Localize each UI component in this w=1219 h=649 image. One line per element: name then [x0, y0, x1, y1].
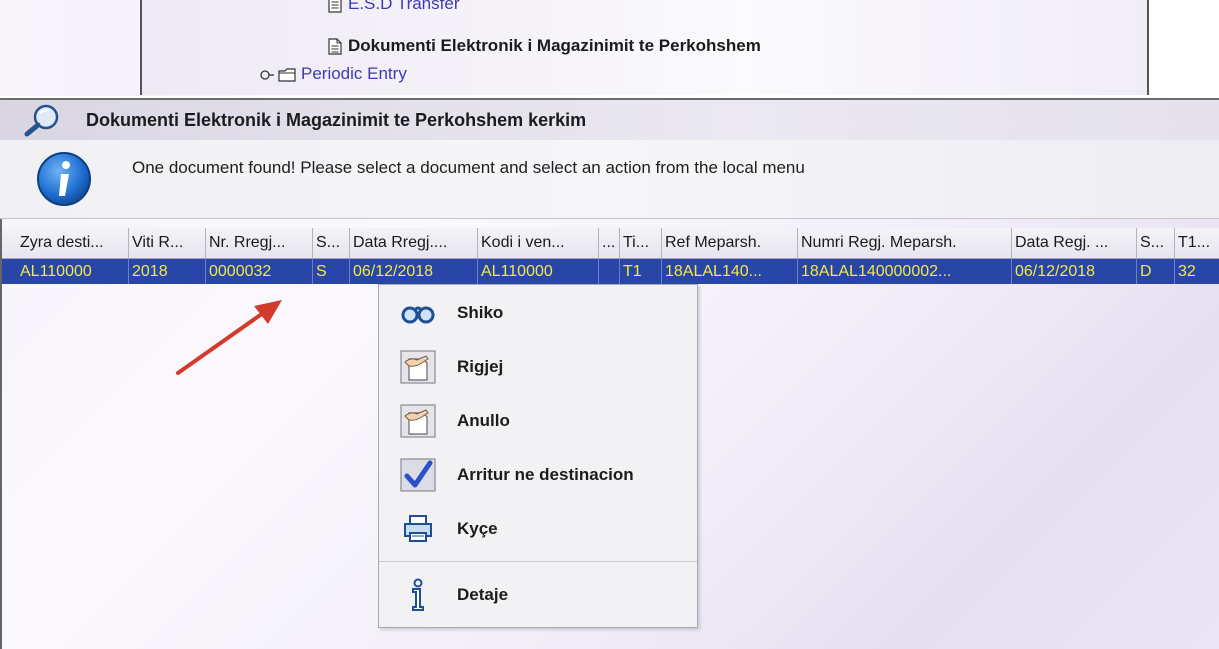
info-message: One document found! Please select a docu… — [132, 158, 805, 177]
menu-item-label: Shiko — [457, 303, 504, 322]
document-icon — [328, 37, 342, 55]
table-cell: D — [1137, 259, 1175, 284]
column-header[interactable]: Data Rregj.... — [350, 228, 478, 258]
hand-document-icon — [399, 349, 437, 385]
menu-item-label: Detaje — [457, 585, 509, 604]
hand-document-icon — [399, 403, 437, 439]
checkmark-icon — [399, 457, 437, 493]
table-row[interactable]: AL110000 2018 0000032 S 06/12/2018 AL110… — [2, 259, 1219, 284]
navigation-tree-panel: E.S.D Transfer Dokumenti Elektronik i Ma… — [0, 0, 1219, 96]
table-cell — [599, 259, 620, 284]
table-cell: 18ALAL140000002... — [798, 259, 1012, 284]
table-cell: 32 — [1178, 263, 1196, 280]
info-icon — [399, 577, 437, 613]
tree-item-periodic-entry[interactable]: Periodic Entry — [260, 64, 407, 84]
table-cell: 06/12/2018 — [350, 259, 478, 284]
glasses-icon — [399, 295, 437, 331]
column-header[interactable]: T1... — [1175, 228, 1219, 258]
column-header[interactable]: Ref Meparsh. — [662, 228, 798, 258]
menu-item-label: Arritur ne destinacion — [457, 465, 634, 484]
table-cell: 2018 — [129, 259, 206, 284]
column-header[interactable]: Viti R... — [129, 228, 206, 258]
menu-item-anullo[interactable]: Anullo — [379, 395, 697, 447]
table-cell: S — [313, 259, 350, 284]
folder-icon — [278, 67, 296, 82]
tree-item-label: Periodic Entry — [301, 64, 407, 83]
tree-item-label: Dokumenti Elektronik i Magazinimit te Pe… — [348, 36, 761, 55]
context-menu: Shiko Rigjej Anullo Arritur ne destinaci… — [378, 284, 698, 628]
menu-item-rigjej[interactable]: Rigjej — [379, 341, 697, 393]
tree-item-dokumenti-elektronik[interactable]: Dokumenti Elektronik i Magazinimit te Pe… — [328, 36, 761, 56]
menu-item-label: Anullo — [457, 411, 510, 430]
printer-icon — [399, 511, 437, 547]
column-header[interactable]: Ti... — [620, 228, 662, 258]
menu-item-shiko[interactable]: Shiko — [379, 287, 697, 339]
annotation-arrow — [176, 300, 282, 375]
menu-item-detaje[interactable]: Detaje — [379, 569, 697, 621]
navigation-tree: E.S.D Transfer Dokumenti Elektronik i Ma… — [140, 0, 1149, 95]
column-header[interactable]: Numri Regj. Meparsh. — [798, 228, 1012, 258]
expand-toggle-icon[interactable] — [260, 67, 274, 81]
column-header[interactable]: Zyra desti... — [17, 228, 129, 258]
table-cell: 06/12/2018 — [1012, 259, 1137, 284]
table-cell: 18ALAL140... — [662, 259, 798, 284]
column-header[interactable]: S... — [1137, 228, 1175, 258]
column-header[interactable]: Nr. Rregj... — [206, 228, 313, 258]
search-title-bar: Dokumenti Elektronik i Magazinimit te Pe… — [0, 98, 1219, 142]
table-cell: AL110000 — [17, 259, 129, 284]
menu-item-label: Rigjej — [457, 357, 504, 376]
menu-item-arritur-ne-destinacion[interactable]: Arritur ne destinacion — [379, 449, 697, 501]
tree-item-label: E.S.D Transfer — [348, 0, 460, 13]
menu-item-kyce[interactable]: Kyçe — [379, 503, 697, 555]
grid-header: Zyra desti... Viti R... Nr. Rregj... S..… — [2, 228, 1219, 259]
table-cell: 0000032 — [206, 259, 313, 284]
table-cell: T1 — [620, 259, 662, 284]
column-header[interactable]: ... — [599, 228, 620, 258]
tree-item-esd-transfer[interactable]: E.S.D Transfer — [328, 0, 459, 14]
page-title: Dokumenti Elektronik i Magazinimit te Pe… — [86, 110, 587, 130]
column-header[interactable]: Data Regj. ... — [1012, 228, 1137, 258]
menu-item-label: Kyçe — [457, 519, 498, 538]
column-header[interactable]: Kodi i ven... — [478, 228, 599, 258]
table-cell: AL110000 — [478, 259, 599, 284]
column-header[interactable]: S... — [313, 228, 350, 258]
magnifier-icon — [22, 103, 64, 137]
info-icon — [34, 150, 94, 208]
document-icon — [328, 0, 342, 13]
info-message-bar: One document found! Please select a docu… — [0, 140, 1219, 219]
menu-separator — [379, 561, 697, 562]
